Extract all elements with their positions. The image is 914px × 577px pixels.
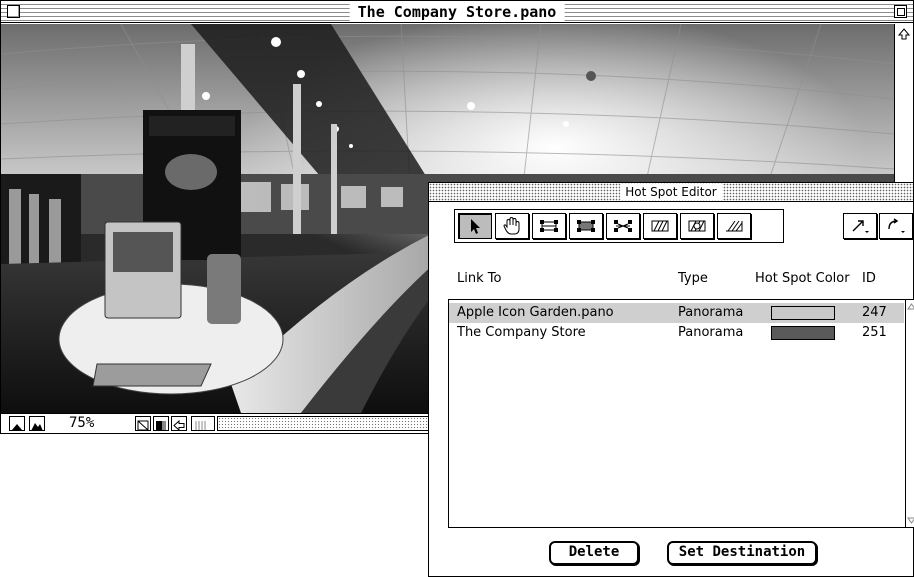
col-header-id[interactable]: ID — [862, 271, 876, 287]
rectangle-hotspot-icon[interactable] — [532, 213, 566, 239]
arrow-select-icon[interactable] — [458, 213, 492, 239]
col-header-type[interactable]: Type — [678, 271, 708, 287]
hatch-oval-icon[interactable] — [680, 213, 714, 239]
close-box[interactable] — [7, 5, 20, 18]
hot-spot-editor-window: Hot Spot Editor Link To Type Hot Spot Co… — [428, 182, 914, 577]
shrink-rectangle-icon[interactable] — [606, 213, 640, 239]
zoom-level: 75% — [69, 415, 95, 431]
back-arrow-icon[interactable] — [171, 416, 187, 432]
hotspot-link-list[interactable]: Apple Icon Garden.pano Panorama 247 The … — [448, 299, 914, 528]
type-cell: Panorama — [678, 305, 744, 320]
list-item[interactable]: The Company Store Panorama 251 — [449, 323, 904, 343]
controller-slider-icon[interactable] — [191, 416, 215, 431]
link-arrow-icon[interactable] — [843, 213, 877, 239]
zoom-out-icon[interactable] — [9, 416, 25, 431]
link-to-cell: Apple Icon Garden.pano — [457, 305, 614, 320]
hatch-rectangle-icon[interactable] — [643, 213, 677, 239]
col-header-hot-spot-color[interactable]: Hot Spot Color — [755, 271, 850, 287]
filled-rectangle-hotspot-icon[interactable] — [569, 213, 603, 239]
diagonal-hatch-icon[interactable] — [717, 213, 751, 239]
window-title: The Company Store.pano — [349, 3, 565, 21]
hotspot-tool-palette — [454, 209, 784, 243]
id-cell: 251 — [862, 325, 887, 340]
hand-icon[interactable] — [495, 213, 529, 239]
set-destination-button[interactable]: Set Destination — [667, 541, 817, 565]
link-tools — [843, 213, 914, 241]
hot-spot-editor-title: Hot Spot Editor — [620, 184, 722, 200]
col-header-link-to[interactable]: Link To — [457, 271, 501, 287]
link-to-cell: The Company Store — [457, 325, 586, 340]
pano-titlebar[interactable]: The Company Store.pano — [1, 1, 913, 23]
hot-spot-color-swatch[interactable] — [771, 306, 835, 320]
link-redirect-icon[interactable] — [879, 213, 913, 239]
delete-button[interactable]: Delete — [549, 541, 639, 565]
id-cell: 247 — [862, 305, 887, 320]
list-scrollbar[interactable] — [905, 300, 914, 527]
type-cell: Panorama — [678, 325, 744, 340]
zoom-box[interactable] — [894, 5, 907, 18]
hot-spot-color-swatch[interactable] — [771, 326, 835, 340]
zoom-in-icon[interactable] — [29, 416, 45, 431]
hot-spot-editor-titlebar[interactable]: Hot Spot Editor — [429, 183, 913, 202]
list-item[interactable]: Apple Icon Garden.pano Panorama 247 — [449, 303, 904, 323]
hotspot-mode-icon[interactable] — [153, 416, 169, 431]
show-hotspots-icon[interactable] — [135, 416, 151, 431]
scroll-up-arrow-icon[interactable] — [897, 27, 911, 41]
